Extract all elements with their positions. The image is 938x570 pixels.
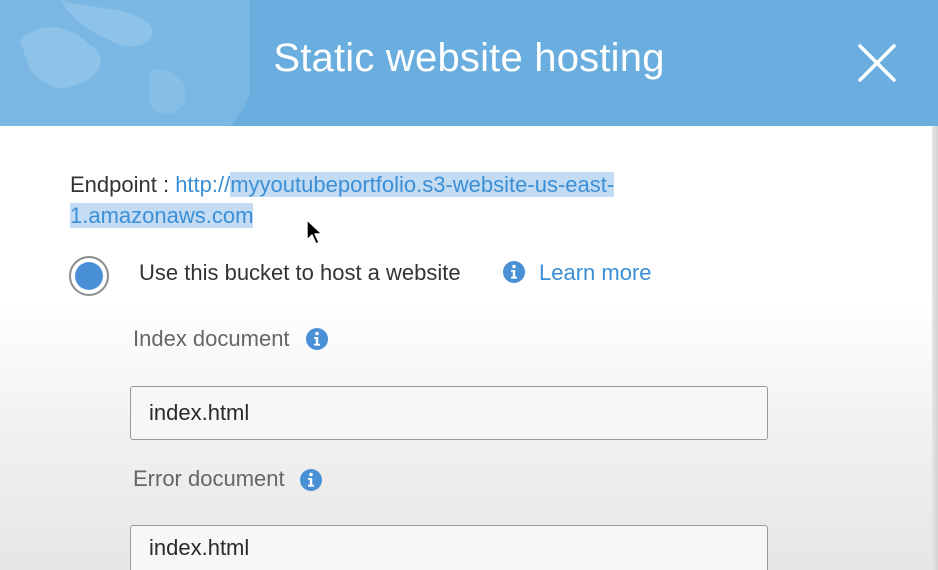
endpoint-row: Endpoint : http://myyoutubeportfolio.s3-… bbox=[70, 169, 710, 231]
endpoint-url-selected: myyoutubeportfolio.s3-website-us-east- bbox=[230, 172, 615, 197]
modal-title: Static website hosting bbox=[273, 36, 665, 80]
index-document-label: Index document bbox=[133, 326, 290, 351]
error-document-input[interactable] bbox=[130, 525, 768, 570]
endpoint-url-prefix: http:// bbox=[175, 172, 231, 197]
modal-edge-shadow bbox=[932, 126, 938, 570]
mouse-cursor-icon bbox=[306, 219, 323, 245]
error-document-label: Error document bbox=[133, 466, 285, 491]
modal-header: Static website hosting bbox=[0, 0, 938, 126]
endpoint-label: Endpoint : bbox=[70, 172, 176, 197]
learn-more-link[interactable]: Learn more bbox=[539, 258, 652, 288]
host-website-label: Use this bucket to host a website bbox=[139, 260, 461, 285]
host-website-radio[interactable] bbox=[69, 256, 109, 296]
close-icon[interactable] bbox=[854, 40, 900, 86]
info-icon[interactable] bbox=[306, 328, 328, 350]
index-document-input[interactable] bbox=[130, 386, 768, 440]
radio-selected-dot bbox=[75, 262, 103, 290]
info-icon[interactable] bbox=[503, 261, 525, 283]
endpoint-url-selected-line2: 1.amazonaws.com bbox=[70, 203, 254, 228]
info-icon[interactable] bbox=[300, 469, 322, 491]
